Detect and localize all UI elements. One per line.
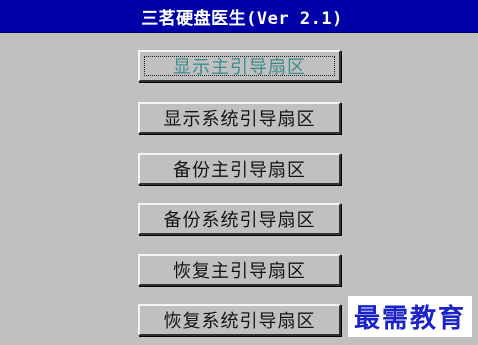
restore-boot-sector-button[interactable]: 恢复系统引导扇区 [138, 304, 341, 336]
show-boot-sector-label: 显示系统引导扇区 [163, 109, 316, 130]
backup-boot-sector-label: 备份系统引导扇区 [163, 210, 316, 231]
restore-mbr-label: 恢复主引导扇区 [173, 261, 306, 282]
backup-boot-sector-button[interactable]: 备份系统引导扇区 [138, 203, 341, 235]
show-mbr-button[interactable]: 显示主引导扇区 [138, 50, 341, 82]
show-boot-sector-button[interactable]: 显示系统引导扇区 [138, 102, 341, 134]
show-mbr-label: 显示主引导扇区 [173, 57, 306, 78]
restore-boot-sector-label: 恢复系统引导扇区 [163, 311, 316, 332]
backup-mbr-button[interactable]: 备份主引导扇区 [138, 153, 341, 185]
title-bar: 三茗硬盘医生(Ver 2.1) [0, 0, 478, 33]
restore-mbr-button[interactable]: 恢复主引导扇区 [138, 254, 341, 286]
app-window: 三茗硬盘医生(Ver 2.1) 显示主引导扇区 显示系统引导扇区 备份主引导扇区… [0, 0, 478, 345]
window-title: 三茗硬盘医生(Ver 2.1) [141, 8, 343, 29]
backup-mbr-label: 备份主引导扇区 [173, 160, 306, 181]
watermark-text: 最需教育 [347, 296, 472, 337]
